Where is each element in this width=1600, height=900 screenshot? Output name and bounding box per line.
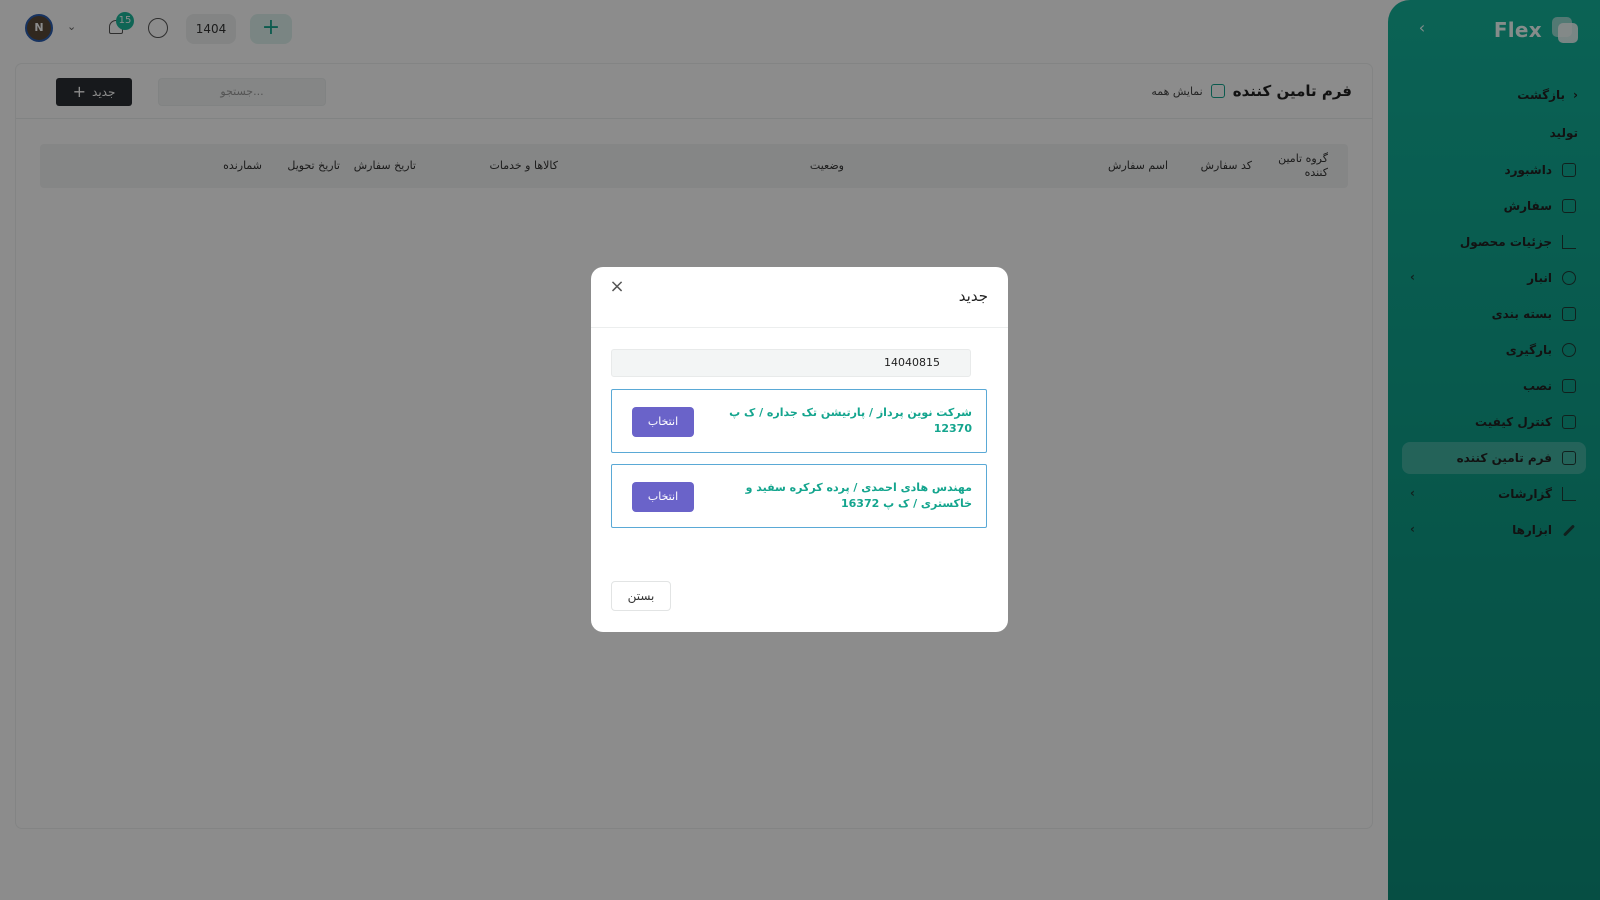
select-button[interactable]: انتخاب xyxy=(632,407,694,437)
close-button[interactable]: بستن xyxy=(611,581,671,611)
supplier-option: شرکت نوین پرداز / پارتیشن تک جداره / ک پ… xyxy=(611,389,987,453)
supplier-option-text: شرکت نوین پرداز / پارتیشن تک جداره / ک پ… xyxy=(729,406,972,435)
select-button[interactable]: انتخاب xyxy=(632,482,694,512)
new-item-modal: جدید × 14040815 شرکت نوین پرداز / پارتیش… xyxy=(591,267,1008,632)
divider xyxy=(591,327,1008,328)
close-icon[interactable]: × xyxy=(609,278,625,296)
supplier-option-text: مهندس هادی احمدی / پرده کرکره سفید و خاک… xyxy=(745,481,972,510)
modal-title: جدید xyxy=(958,287,988,305)
supplier-option: مهندس هادی احمدی / پرده کرکره سفید و خاک… xyxy=(611,464,987,528)
date-input[interactable]: 14040815 xyxy=(611,349,971,377)
